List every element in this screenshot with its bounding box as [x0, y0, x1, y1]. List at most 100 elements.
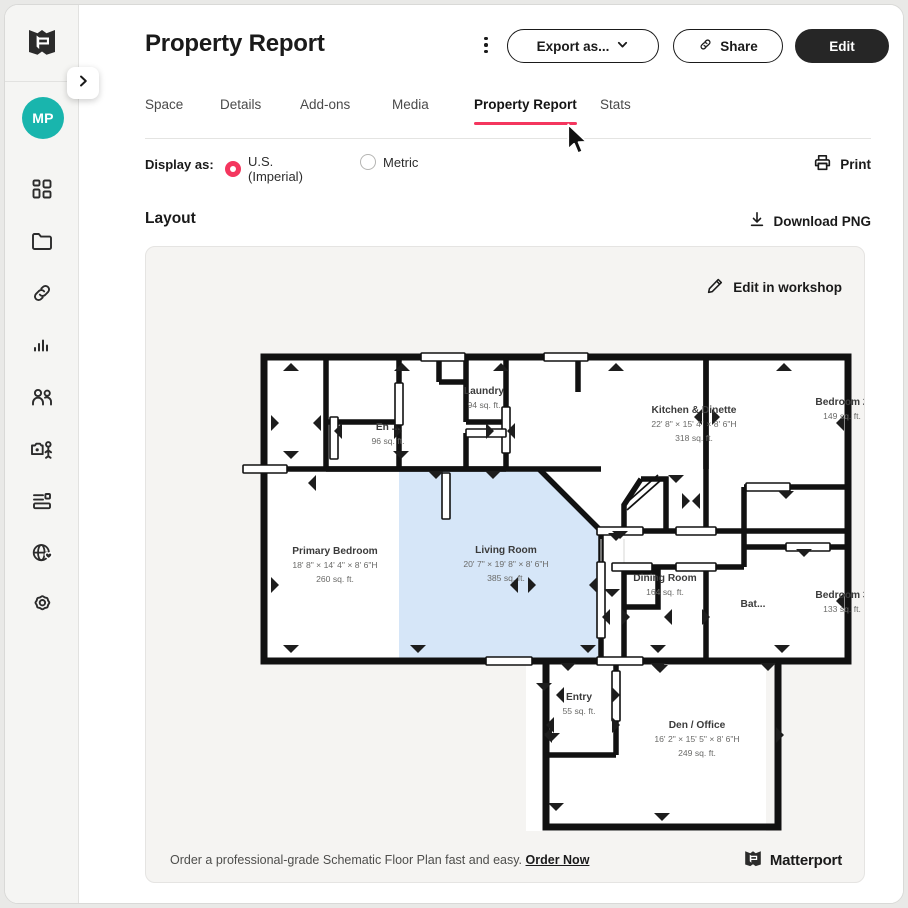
download-png-label: Download PNG	[773, 213, 872, 229]
matterport-brand: Matterport	[744, 850, 842, 871]
sidebar-item-people[interactable]	[5, 371, 79, 423]
room-dims-primary-bedroom: 18' 8" × 14' 4" × 8' 6"H	[292, 560, 377, 570]
left-sidebar: MP	[5, 5, 79, 903]
share-button[interactable]: Share	[673, 29, 783, 63]
room-label-primary-bedroom: Primary Bedroom	[292, 546, 378, 557]
kebab-dot	[484, 36, 488, 41]
sidebar-item-projects[interactable]	[5, 475, 79, 527]
link-icon	[30, 281, 54, 305]
room-label-laundry: Laundry	[464, 386, 505, 397]
room-label-bedroom-3: Bedroom 3	[815, 590, 865, 601]
people-icon	[29, 385, 55, 409]
order-now-link[interactable]: Order Now	[526, 853, 590, 867]
folder-icon	[30, 229, 55, 253]
room-label-entry: Entry	[566, 692, 592, 703]
tab-space[interactable]: Space	[145, 97, 183, 125]
display-as-row: Display as: U.S. (Imperial) Metric Print	[145, 153, 871, 184]
edit-in-workshop-label: Edit in workshop	[733, 280, 842, 295]
radio-metric-indicator	[360, 154, 376, 170]
active-tab-underline	[474, 122, 577, 125]
sidebar-item-folders[interactable]	[5, 215, 79, 267]
room-area-den-office: 249 sq. ft.	[678, 748, 716, 758]
more-options-button[interactable]	[475, 32, 497, 58]
avatar[interactable]: MP	[22, 97, 64, 139]
order-floorplan-copy: Order a professional-grade Schematic Flo…	[170, 853, 523, 867]
matterport-brand-label: Matterport	[769, 851, 842, 869]
room-label-living-room: Living Room	[475, 545, 537, 556]
radio-imperial-label: U.S. (Imperial)	[248, 154, 303, 184]
download-icon	[749, 211, 765, 231]
sidebar-item-capture-services[interactable]	[5, 423, 79, 475]
room-label-en-suite: En ...	[376, 422, 401, 433]
sidebar-item-settings[interactable]	[5, 579, 79, 631]
sidebar-nav	[5, 163, 79, 631]
main-content: Property Report Export as... Share Edit …	[79, 5, 903, 903]
floorplan-drawing[interactable]: .w { stroke:#111; stroke-width:7; stroke…	[146, 247, 865, 883]
tab-details[interactable]: Details	[220, 97, 261, 125]
gear-icon	[30, 593, 55, 617]
radio-metric-label: Metric	[383, 154, 419, 170]
tab-bar: Space Details Add-ons Media Property Rep…	[145, 97, 871, 139]
tab-stats[interactable]: Stats	[600, 97, 631, 125]
pencil-icon	[706, 277, 724, 298]
room-area-dining-room: 164 sq. ft.	[646, 587, 684, 597]
room-area-laundry: 94 sq. ft.	[468, 400, 501, 410]
page-title: Property Report	[145, 30, 325, 57]
room-label-den-office: Den / Office	[669, 720, 726, 731]
bar-chart-icon	[30, 333, 54, 357]
top-bar: Property Report Export as... Share Edit	[79, 5, 903, 85]
matterport-logo-icon	[744, 850, 762, 871]
room-area-living-room: 385 sq. ft.	[487, 573, 525, 583]
room-area-en-suite: 96 sq. ft.	[372, 436, 405, 446]
download-png-button[interactable]: Download PNG	[749, 211, 872, 231]
order-floorplan-text: Order a professional-grade Schematic Flo…	[170, 853, 589, 867]
tab-property-report-label: Property Report	[474, 97, 577, 112]
sidebar-item-community[interactable]	[5, 527, 79, 579]
tab-bar-divider	[145, 138, 871, 139]
room-dims-living-room: 20' 7" × 19' 8" × 8' 6"H	[463, 559, 548, 569]
radio-imperial[interactable]: U.S. (Imperial)	[225, 154, 303, 184]
tab-media[interactable]: Media	[392, 97, 429, 125]
kebab-dot	[484, 43, 488, 47]
room-area-bedroom-2: 149 sq. ft.	[823, 411, 861, 421]
avatar-initials: MP	[32, 110, 54, 126]
room-area-primary-bedroom: 260 sq. ft.	[316, 574, 354, 584]
room-label-bathroom: Bat...	[741, 599, 766, 610]
sidebar-item-analytics[interactable]	[5, 319, 79, 371]
tab-property-report[interactable]: Property Report	[474, 97, 577, 125]
printer-icon	[813, 153, 832, 175]
radio-imperial-indicator	[225, 161, 241, 177]
edit-label: Edit	[829, 38, 855, 54]
radio-metric[interactable]: Metric	[360, 154, 418, 170]
chevron-right-icon	[76, 74, 90, 93]
globe-heart-icon	[30, 541, 55, 565]
export-as-button[interactable]: Export as...	[507, 29, 659, 63]
room-dims-kitchen-dinette: 22' 8" × 15' 4" × 8' 6"H	[651, 419, 736, 429]
room-area-entry: 55 sq. ft.	[563, 706, 596, 716]
sidebar-item-dashboard[interactable]	[5, 163, 79, 215]
edit-in-workshop-button[interactable]: Edit in workshop	[706, 277, 842, 298]
expand-sidebar-button[interactable]	[67, 67, 99, 99]
layout-section-header: Layout Download PNG	[145, 210, 871, 238]
camera-person-icon	[29, 437, 55, 461]
tab-add-ons[interactable]: Add-ons	[300, 97, 350, 125]
list-layout-icon	[30, 489, 54, 513]
kebab-dot	[484, 49, 488, 54]
room-fills	[261, 354, 851, 831]
sidebar-item-links[interactable]	[5, 267, 79, 319]
edit-button[interactable]: Edit	[795, 29, 889, 63]
display-as-label: Display as:	[145, 157, 214, 172]
floorplan-footer: Order a professional-grade Schematic Flo…	[146, 838, 864, 882]
app-window: MP Property Report Export as... Share Ed…	[4, 4, 904, 904]
room-area-kitchen-dinette: 318 sq. ft.	[675, 433, 713, 443]
export-as-label: Export as...	[536, 38, 610, 54]
print-button[interactable]: Print	[813, 153, 871, 175]
room-area-bedroom-3: 133 sq. ft.	[823, 604, 861, 614]
chevron-down-icon	[616, 38, 629, 54]
room-label-bedroom-2: Bedroom 2	[815, 397, 865, 408]
matterport-logo-icon[interactable]	[5, 5, 79, 79]
room-dims-den-office: 16' 2" × 15' 5" × 8' 6"H	[654, 734, 739, 744]
link-icon	[698, 37, 713, 55]
dashboard-grid-icon	[30, 177, 54, 201]
layout-title: Layout	[145, 210, 196, 227]
